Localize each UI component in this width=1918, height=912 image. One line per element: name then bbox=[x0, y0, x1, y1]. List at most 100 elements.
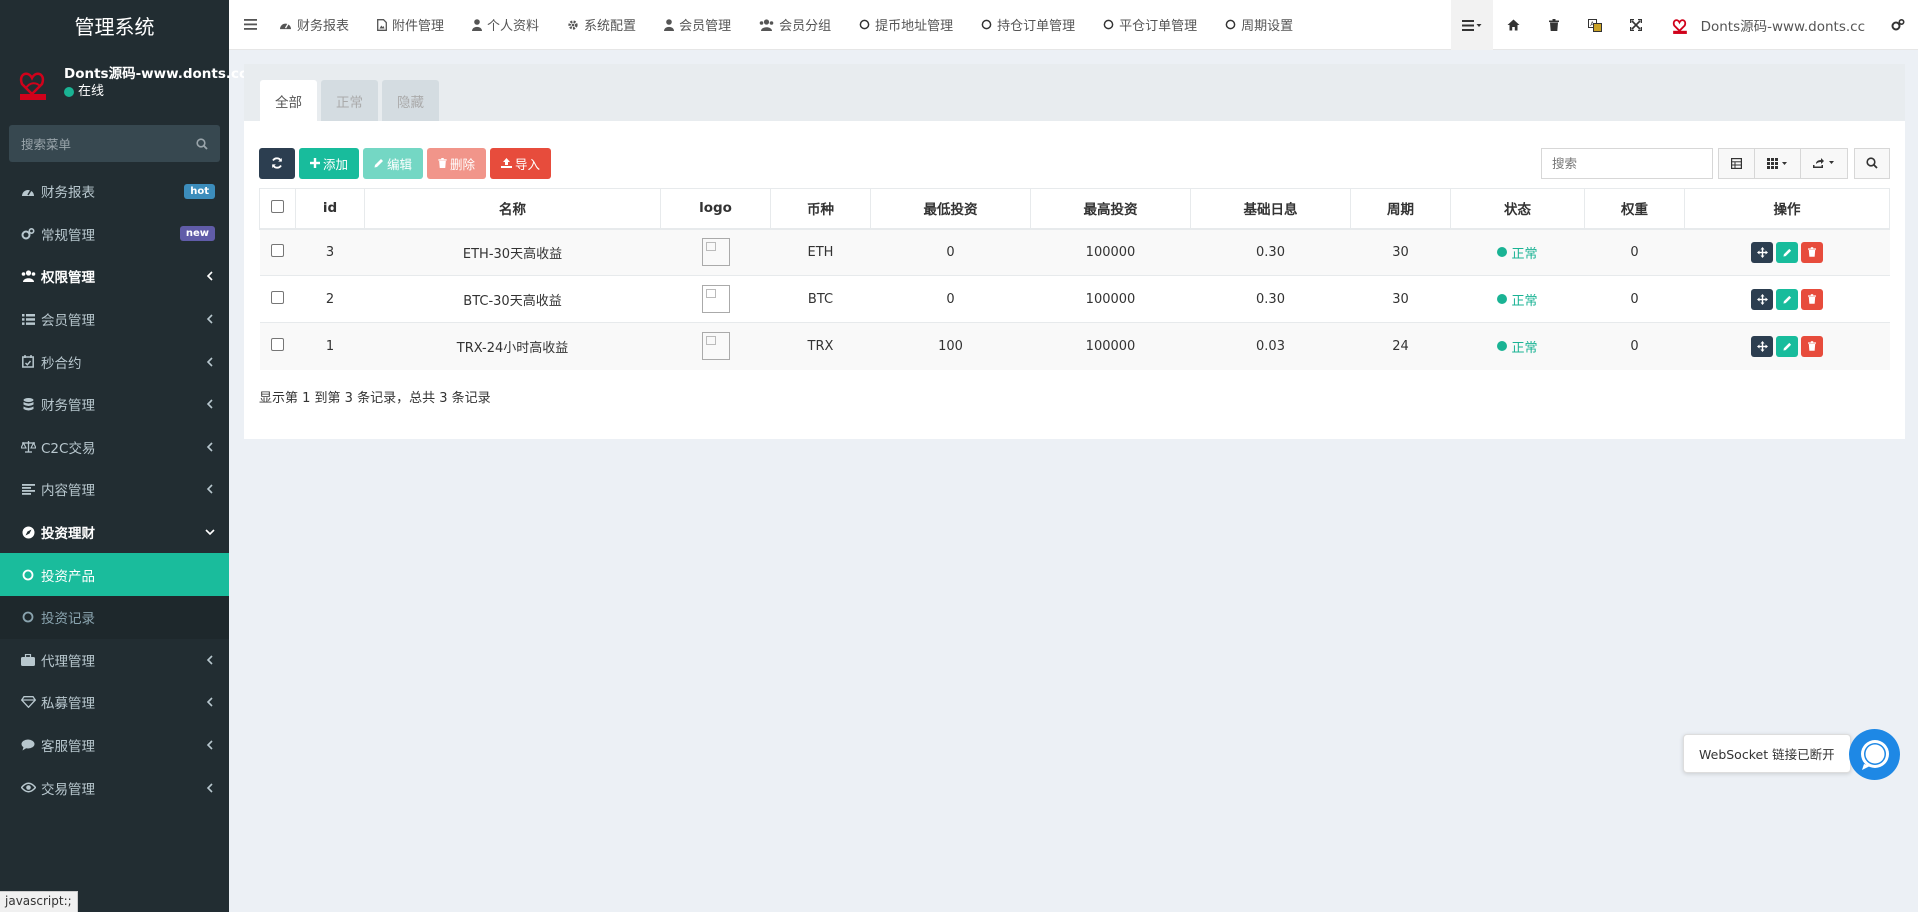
export-dropdown[interactable] bbox=[1800, 147, 1848, 179]
header-status[interactable]: 状态 bbox=[1450, 188, 1585, 230]
row-edit-button[interactable] bbox=[1776, 241, 1798, 263]
broken-image-icon[interactable] bbox=[701, 285, 730, 313]
table-row: 3 ETH-30天高收益 ETH 0 100000 0.30 30 正常 0 bbox=[259, 228, 1890, 276]
cell-coin: BTC bbox=[770, 275, 871, 323]
header-period[interactable]: 周期 bbox=[1350, 188, 1451, 230]
chevron-down-icon bbox=[205, 529, 215, 536]
sidebar-item-investment-records[interactable]: 投资记录 bbox=[0, 595, 229, 639]
row-checkbox[interactable] bbox=[271, 337, 284, 351]
tab-normal[interactable]: 正常 bbox=[321, 80, 378, 121]
sidebar-item-investment-products[interactable]: 投资产品 bbox=[0, 553, 229, 596]
comment-icon bbox=[20, 737, 36, 753]
sidebar-item-general[interactable]: 常规管理 new bbox=[0, 213, 229, 256]
sidebar-item-content[interactable]: 内容管理 bbox=[0, 468, 229, 511]
chevron-left-icon bbox=[206, 740, 213, 750]
header-min-invest[interactable]: 最低投资 bbox=[870, 188, 1031, 230]
header-daily-rate[interactable]: 基础日息 bbox=[1190, 188, 1351, 230]
clear-cache-button[interactable] bbox=[1534, 0, 1575, 50]
topnav-profile[interactable]: 个人资料 bbox=[464, 0, 547, 50]
user-panel: Donts源码-www.donts.cc 在线 bbox=[0, 50, 247, 115]
table-row: 2 BTC-30天高收益 BTC 0 100000 0.30 30 正常 0 bbox=[259, 275, 1890, 323]
header-id[interactable]: id bbox=[295, 188, 365, 230]
nav-menu-dropdown[interactable] bbox=[1450, 0, 1493, 50]
row-delete-button[interactable] bbox=[1801, 241, 1823, 263]
topnav-withdraw-address[interactable]: 提币地址管理 bbox=[851, 0, 961, 50]
pencil-icon bbox=[1782, 342, 1791, 351]
user-menu-link[interactable]: Donts源码-www.donts.cc bbox=[1657, 15, 1877, 35]
drag-sort-button[interactable] bbox=[1751, 241, 1773, 263]
broken-image-icon[interactable] bbox=[701, 332, 730, 361]
add-button[interactable]: 添加 bbox=[299, 147, 360, 179]
sidebar-item-trading[interactable]: 交易管理 bbox=[0, 766, 229, 809]
topnav-period-settings[interactable]: 周期设置 bbox=[1217, 0, 1301, 50]
sidebar-item-second-contract[interactable]: 秒合约 bbox=[0, 340, 229, 383]
sidebar-item-finance-report[interactable]: 财务报表 hot bbox=[0, 170, 229, 213]
app-title[interactable]: 管理系统 bbox=[0, 0, 229, 50]
sidebar-item-private-equity[interactable]: 私募管理 bbox=[0, 681, 229, 724]
row-delete-button[interactable] bbox=[1801, 335, 1823, 357]
topnav-member-groups[interactable]: 会员分组 bbox=[751, 0, 839, 50]
status-badge[interactable]: 正常 bbox=[1497, 337, 1538, 356]
status-badge[interactable]: 正常 bbox=[1497, 243, 1538, 262]
status-badge[interactable]: 正常 bbox=[1497, 290, 1538, 309]
sidebar-item-customer-service[interactable]: 客服管理 bbox=[0, 724, 229, 767]
edit-button[interactable]: 编辑 bbox=[363, 147, 424, 179]
th-icon bbox=[1766, 157, 1787, 169]
list-icon bbox=[20, 311, 36, 327]
toggle-view-button[interactable] bbox=[1718, 147, 1754, 179]
topbar: 财务报表 附件管理 个人资料 系统配置 会员管理 会员分组 提币地址管理 持仓订… bbox=[229, 0, 1918, 50]
search-icon[interactable] bbox=[196, 137, 208, 150]
sidebar-item-agent[interactable]: 代理管理 bbox=[0, 639, 229, 682]
advanced-search-button[interactable] bbox=[1854, 147, 1890, 179]
columns-dropdown[interactable] bbox=[1754, 147, 1800, 179]
row-edit-button[interactable] bbox=[1776, 335, 1798, 357]
header-name[interactable]: 名称 bbox=[364, 188, 661, 230]
drag-sort-button[interactable] bbox=[1751, 288, 1773, 310]
select-all-checkbox[interactable] bbox=[271, 199, 284, 213]
home-button[interactable] bbox=[1493, 0, 1534, 50]
sidebar-item-permission[interactable]: 权限管理 bbox=[0, 255, 229, 298]
language-button[interactable]: A bbox=[1575, 0, 1616, 50]
delete-button[interactable]: 删除 bbox=[427, 147, 487, 179]
row-checkbox[interactable] bbox=[271, 243, 284, 257]
home-icon bbox=[1507, 19, 1520, 31]
row-checkbox[interactable] bbox=[271, 290, 284, 304]
refresh-button[interactable] bbox=[259, 147, 295, 179]
sidebar-item-investment[interactable]: 投资理财 bbox=[0, 511, 229, 554]
topnav-attachments[interactable]: 附件管理 bbox=[369, 0, 452, 50]
search-input[interactable] bbox=[1541, 147, 1713, 179]
drag-sort-button[interactable] bbox=[1751, 335, 1773, 357]
topnav-members[interactable]: 会员管理 bbox=[656, 0, 739, 50]
content-panel: 全部 正常 隐藏 添加 编辑 删除 导入 搜索 id 名称 logo 币种 最低… bbox=[244, 64, 1905, 439]
sidebar-item-finance[interactable]: 财务管理 bbox=[0, 383, 229, 426]
topnav-open-orders[interactable]: 持仓订单管理 bbox=[973, 0, 1083, 50]
row-delete-button[interactable] bbox=[1801, 288, 1823, 310]
topbar-right: A Donts源码-www.donts.cc bbox=[1450, 0, 1918, 50]
topnav-system-config[interactable]: 系统配置 bbox=[559, 0, 644, 50]
cell-daily-rate: 0.03 bbox=[1190, 322, 1351, 370]
bars-icon[interactable] bbox=[243, 19, 257, 30]
chat-button[interactable] bbox=[1849, 729, 1900, 780]
topnav-closed-orders[interactable]: 平仓订单管理 bbox=[1095, 0, 1205, 50]
import-button[interactable]: 导入 bbox=[490, 147, 552, 179]
header-max-invest[interactable]: 最高投资 bbox=[1030, 188, 1191, 230]
sidebar-item-members[interactable]: 会员管理 bbox=[0, 298, 229, 341]
control-sidebar-button[interactable] bbox=[1877, 0, 1918, 50]
cell-weight: 0 bbox=[1584, 228, 1685, 276]
tab-hidden[interactable]: 隐藏 bbox=[382, 80, 439, 121]
sidebar-item-c2c[interactable]: C2C交易 bbox=[0, 426, 229, 469]
chevron-left-icon bbox=[206, 357, 213, 367]
header-coin[interactable]: 币种 bbox=[770, 188, 871, 230]
sidebar-toggle-button[interactable] bbox=[229, 0, 271, 50]
row-edit-button[interactable] bbox=[1776, 288, 1798, 310]
broken-image-icon[interactable] bbox=[701, 238, 730, 267]
header-logo[interactable]: logo bbox=[660, 188, 771, 230]
sidebar-search-input[interactable]: 搜索菜单 bbox=[9, 125, 220, 162]
pagination-summary: 显示第 1 到第 3 条记录，总共 3 条记录 bbox=[259, 391, 491, 406]
cell-logo bbox=[660, 228, 771, 276]
header-weight[interactable]: 权重 bbox=[1584, 188, 1685, 230]
fullscreen-button[interactable] bbox=[1616, 0, 1657, 50]
users-icon bbox=[759, 18, 774, 31]
tab-all[interactable]: 全部 bbox=[260, 80, 317, 121]
topnav-finance-report[interactable]: 财务报表 bbox=[271, 0, 357, 50]
